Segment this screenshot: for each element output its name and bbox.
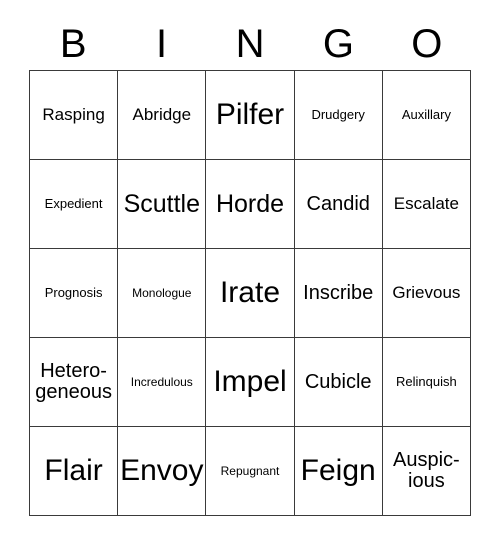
bingo-cell-label: Flair <box>44 454 103 488</box>
bingo-cell[interactable]: Prognosis <box>30 249 119 338</box>
bingo-cell-label: Scuttle <box>123 190 200 218</box>
bingo-card: B I N G O Rasping Abridge Pilfer Drudgery Auxill… <box>0 0 500 544</box>
bingo-cell-label: Auxillary <box>401 107 451 123</box>
bingo-cell-label: Escalate <box>393 194 459 214</box>
bingo-cell-label: Grievous <box>392 283 461 303</box>
bingo-cell-label: Candid <box>306 192 370 215</box>
bingo-cell[interactable]: Pilfer <box>206 71 295 160</box>
bingo-header-letter-g: G <box>322 22 354 66</box>
bingo-cell[interactable]: Expedient <box>30 160 119 249</box>
bingo-header-letter-i: I <box>156 22 168 66</box>
bingo-cell-label: Cubicle <box>304 370 372 393</box>
bingo-cell-label: Hetero- geneous <box>35 360 112 403</box>
bingo-cell-label: Inscribe <box>303 281 374 304</box>
bingo-cell[interactable]: Relinquish <box>382 338 471 427</box>
bingo-cell-label: Horde <box>215 190 285 218</box>
bingo-grid: Rasping Abridge Pilfer Drudgery Auxillary Exp… <box>29 70 471 516</box>
bingo-cell[interactable]: Auxillary <box>382 71 471 160</box>
bingo-cell[interactable]: Cubicle <box>294 338 383 427</box>
bingo-cell[interactable]: Incredulous <box>118 338 207 427</box>
bingo-cell-label: Impel <box>213 365 287 399</box>
bingo-cell-label: Relinquish <box>396 374 457 390</box>
bingo-cell[interactable]: Hetero- geneous <box>30 338 119 427</box>
bingo-header-row: BINGO <box>29 18 471 70</box>
bingo-cell-label: Expedient <box>44 196 103 212</box>
bingo-cell[interactable]: Impel <box>206 338 295 427</box>
bingo-cell[interactable]: Candid <box>294 160 383 249</box>
bingo-cell[interactable]: Drudgery <box>294 71 383 160</box>
bingo-header-letter-n: N <box>235 22 265 66</box>
bingo-cell-label: Auspic- ious <box>393 449 460 492</box>
bingo-cell[interactable]: Grievous <box>382 249 471 338</box>
bingo-cell[interactable]: Abridge <box>118 71 207 160</box>
bingo-cell[interactable]: Feign <box>294 427 383 516</box>
bingo-cell[interactable]: Horde <box>206 160 295 249</box>
bingo-cell[interactable]: Auspic- ious <box>382 427 471 516</box>
bingo-cell-label: Rasping <box>42 105 105 125</box>
bingo-cell[interactable]: Repugnant <box>206 427 295 516</box>
bingo-cell-label: Repugnant <box>220 463 280 478</box>
bingo-cell[interactable]: Monologue <box>118 249 207 338</box>
bingo-cell[interactable]: Escalate <box>382 160 471 249</box>
bingo-header-letter-b: B <box>59 22 87 66</box>
bingo-cell-label: Envoy <box>120 454 204 488</box>
bingo-cell[interactable]: Inscribe <box>294 249 383 338</box>
bingo-cell[interactable]: Envoy <box>118 427 207 516</box>
bingo-cell-label: Prognosis <box>44 285 103 301</box>
bingo-cell[interactable]: Rasping <box>30 71 119 160</box>
bingo-cell[interactable]: Irate <box>206 249 295 338</box>
bingo-cell-label: Irate <box>219 276 280 310</box>
bingo-cell-label: Abridge <box>132 105 192 125</box>
bingo-cell-label: Monologue <box>132 285 192 300</box>
bingo-cell[interactable]: Flair <box>30 427 119 516</box>
bingo-cell-label: Pilfer <box>215 98 285 132</box>
bingo-header-letter-o: O <box>411 22 443 66</box>
bingo-cell[interactable]: Scuttle <box>118 160 207 249</box>
bingo-cell-label: Feign <box>300 454 376 488</box>
bingo-cell-label: Drudgery <box>311 107 365 123</box>
bingo-cell-label: Incredulous <box>130 374 193 389</box>
